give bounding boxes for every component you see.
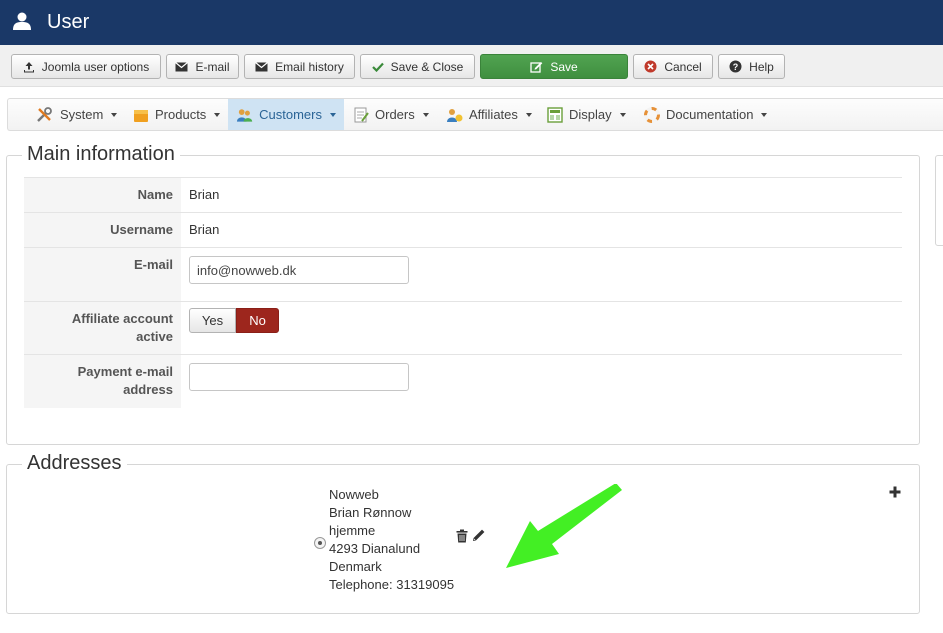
save-button[interactable]: Save xyxy=(480,54,628,79)
caret-down-icon xyxy=(214,112,221,117)
address-line: Telephone: 31319095 xyxy=(329,577,455,592)
payment-label-line1: Payment e-mail xyxy=(77,364,173,379)
help-icon: ? xyxy=(729,60,742,73)
address-line: Denmark xyxy=(329,559,382,574)
side-panel xyxy=(935,155,943,246)
upload-icon xyxy=(23,61,34,72)
trash-icon[interactable] xyxy=(456,529,468,543)
pencil-icon[interactable] xyxy=(472,528,486,542)
affiliate-no-button[interactable]: No xyxy=(236,308,279,333)
caret-down-icon xyxy=(525,112,532,117)
menu-item-customers[interactable]: Customers xyxy=(228,99,344,130)
save-close-button[interactable]: Save & Close xyxy=(360,54,475,79)
menu-label-documentation: Documentation xyxy=(666,107,754,122)
addresses-legend: Addresses xyxy=(22,451,127,475)
caret-down-icon xyxy=(422,112,429,117)
cancel-button[interactable]: Cancel xyxy=(633,54,713,79)
wrench-icon xyxy=(37,106,52,122)
email-label: E-mail xyxy=(24,248,181,301)
caret-down-icon xyxy=(111,112,118,117)
help-button[interactable]: ? Help xyxy=(718,54,785,79)
name-row: Name Brian xyxy=(24,177,902,212)
affiliate-toggle: Yes No xyxy=(189,308,279,333)
address-line: 4293 Dianalund xyxy=(329,541,421,556)
payment-label: Payment e-mail address xyxy=(24,355,181,408)
app-header: User xyxy=(0,0,943,45)
affiliate-label-line1: Affiliate account xyxy=(71,311,173,326)
menu-item-documentation[interactable]: Documentation xyxy=(636,99,775,130)
caret-down-icon xyxy=(619,112,626,117)
name-label: Name xyxy=(24,178,181,212)
affiliate-yes-button[interactable]: Yes xyxy=(189,308,236,333)
affiliate-label: Affiliate account active xyxy=(24,302,181,354)
menu-item-display[interactable]: Display xyxy=(539,99,634,130)
caret-down-icon xyxy=(761,112,768,117)
address-card: Nowweb Brian Rønnow hjemme 4293 Dianalun… xyxy=(329,486,454,594)
menu-label-display: Display xyxy=(569,107,612,122)
email-field[interactable] xyxy=(189,256,409,284)
cancel-icon xyxy=(644,60,657,73)
email-history-button[interactable]: Email history xyxy=(244,54,355,79)
display-icon xyxy=(547,106,563,123)
username-value: Brian xyxy=(189,222,220,237)
address-line: Brian Rønnow xyxy=(329,505,412,520)
menu-label-affiliates: Affiliates xyxy=(469,107,518,122)
save-label: Save xyxy=(550,59,578,74)
email-button[interactable]: E-mail xyxy=(166,54,239,79)
menu-label-orders: Orders xyxy=(375,107,415,122)
menu-item-products[interactable]: Products xyxy=(125,99,228,130)
email-row: E-mail xyxy=(24,247,902,301)
edit-icon xyxy=(530,61,543,73)
joomla-user-options-button[interactable]: Joomla user options xyxy=(11,54,161,79)
check-icon xyxy=(371,62,384,72)
envelope-icon xyxy=(175,61,189,71)
username-label: Username xyxy=(24,213,181,247)
caret-down-icon xyxy=(330,112,336,117)
green-arrow-annotation xyxy=(506,484,622,568)
affiliate-row: Affiliate account active Yes No xyxy=(24,301,902,354)
payment-label-line2: address xyxy=(123,382,173,397)
toolbar: Joomla user options E-mail Email history… xyxy=(0,45,943,87)
payment-email-field[interactable] xyxy=(189,363,409,391)
user-icon xyxy=(13,12,31,30)
address-line: Nowweb xyxy=(329,487,379,502)
menu-item-orders[interactable]: Orders xyxy=(345,99,437,130)
address-line: hjemme xyxy=(329,523,376,538)
joomla-user-options-label: Joomla user options xyxy=(41,59,150,74)
help-label: Help xyxy=(749,59,774,74)
orders-icon xyxy=(354,107,369,122)
add-address-icon[interactable] xyxy=(889,486,901,498)
customers-icon xyxy=(236,108,253,122)
component-menu: System Products Customers Orders Affilia… xyxy=(7,98,943,131)
affiliates-icon xyxy=(447,108,463,122)
envelope-icon xyxy=(255,61,269,71)
lifebuoy-icon xyxy=(644,106,660,123)
affiliate-label-line2: active xyxy=(136,329,173,344)
cancel-label: Cancel xyxy=(664,59,702,74)
menu-item-affiliates[interactable]: Affiliates xyxy=(437,99,540,130)
email-history-label: Email history xyxy=(275,59,344,74)
page-title: User xyxy=(47,11,90,33)
name-value: Brian xyxy=(189,187,220,202)
menu-label-products: Products xyxy=(155,107,207,122)
payment-row: Payment e-mail address xyxy=(24,354,902,408)
main-information-legend: Main information xyxy=(22,142,180,166)
box-icon xyxy=(134,109,148,122)
menu-label-customers: Customers xyxy=(259,107,322,122)
email-label: E-mail xyxy=(195,59,230,74)
menu-item-system[interactable]: System xyxy=(28,99,125,130)
svg-text:?: ? xyxy=(733,62,739,72)
username-row: Username Brian xyxy=(24,212,902,247)
menu-label-system: System xyxy=(60,107,104,122)
save-close-label: Save & Close xyxy=(390,59,464,74)
address-radio[interactable] xyxy=(314,537,326,549)
